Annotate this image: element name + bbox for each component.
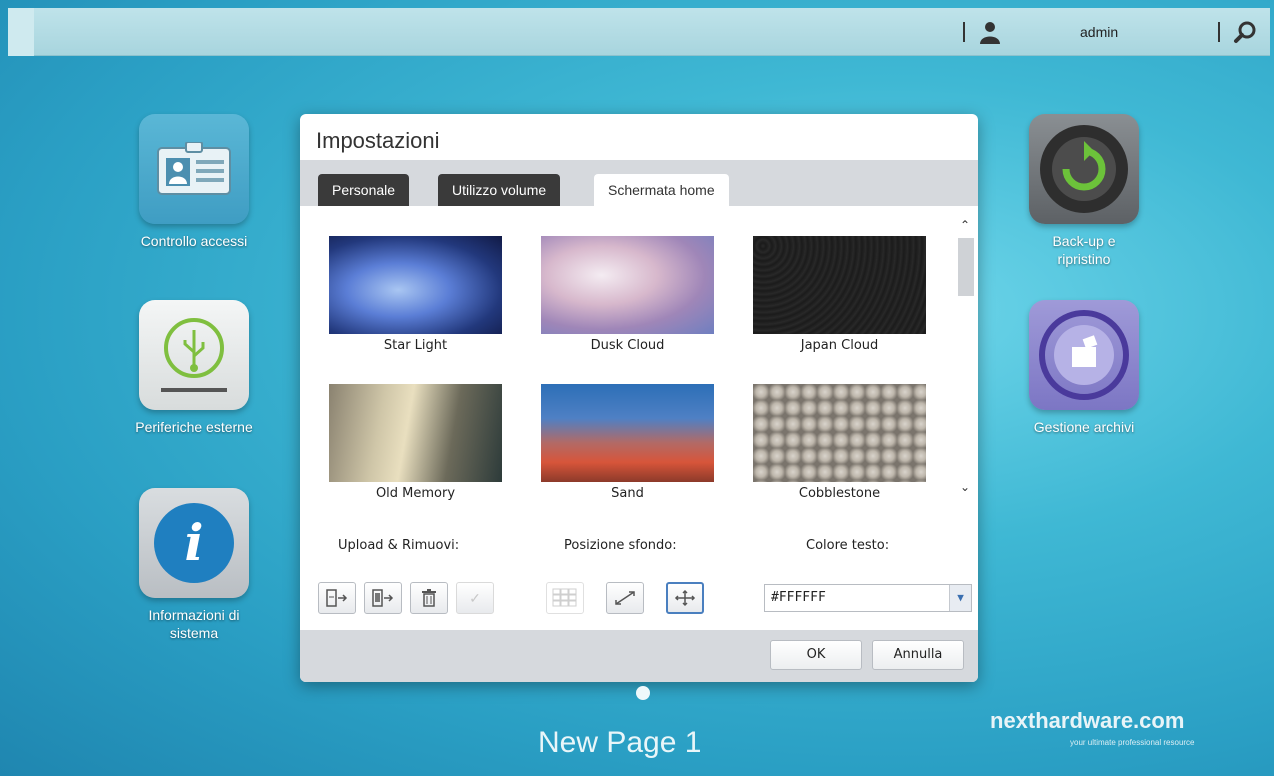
delete-button[interactable]	[410, 582, 448, 614]
wallpaper-thumbnail	[329, 236, 502, 334]
wallpaper-caption: Japan Cloud	[800, 338, 879, 353]
wallpaper-thumbnail	[329, 384, 502, 482]
scroll-up-icon[interactable]: ⌃	[960, 218, 970, 232]
chevron-down-icon[interactable]: ▼	[949, 585, 971, 611]
wallpaper-caption: Sand	[611, 486, 644, 501]
wallpaper-thumbnail	[541, 236, 714, 334]
cancel-button[interactable]: Annulla	[872, 640, 964, 670]
text-color-value: #FFFFFF	[771, 590, 826, 605]
wallpaper-dusk-cloud[interactable]: Dusk Cloud	[541, 236, 714, 353]
upload-remove-label: Upload & Rimuovi:	[338, 538, 460, 553]
desktop-icon-external-devices[interactable]: Periferiche esterne	[114, 300, 274, 436]
wallpaper-thumbnail	[753, 384, 926, 482]
tab-bar: Personale Utilizzo volume Schermata home	[300, 160, 978, 206]
top-bar: admin	[8, 8, 1270, 56]
apply-button[interactable]: ✓	[456, 582, 494, 614]
position-center-button[interactable]	[666, 582, 704, 614]
stretch-icon	[615, 591, 635, 605]
desktop-icon-system-info[interactable]: i Informazioni di sistema	[114, 488, 274, 642]
tab-volume-usage[interactable]: Utilizzo volume	[438, 174, 561, 206]
archive-manager-icon	[1029, 300, 1139, 410]
desktop-icon-archive-manager[interactable]: Gestione archivi	[1004, 300, 1164, 436]
watermark-tagline: your ultimate professional resource	[1070, 738, 1195, 747]
page-title: New Page 1	[538, 726, 702, 759]
svg-text:i: i	[185, 513, 204, 572]
wallpaper-position-label: Posizione sfondo:	[564, 538, 677, 553]
desktop-icon-label: Controllo accessi	[140, 233, 248, 249]
page-indicator-dot[interactable]	[636, 686, 650, 700]
wallpaper-caption: Star Light	[383, 338, 448, 353]
wallpaper-cobblestone[interactable]: Cobblestone	[753, 384, 926, 501]
backup-restore-icon	[1029, 114, 1139, 224]
upload-wallpaper-button[interactable]	[318, 582, 356, 614]
wallpaper-sand[interactable]: Sand	[541, 384, 714, 501]
dialog-title: Impostazioni	[316, 128, 440, 153]
tab-personal[interactable]: Personale	[318, 174, 410, 206]
watermark-logo: nexthardware.com	[990, 708, 1185, 733]
scroll-down-icon[interactable]: ⌄	[960, 480, 970, 494]
gallery-scrollbar[interactable]: ⌃ ⌄	[956, 218, 976, 502]
search-icon[interactable]	[1233, 20, 1257, 44]
trash-icon	[422, 589, 436, 607]
wallpaper-old-memory[interactable]: Old Memory	[329, 384, 502, 501]
info-icon: i	[139, 488, 249, 598]
desktop-icon-label: Gestione archivi	[1033, 419, 1135, 435]
wallpaper-caption: Dusk Cloud	[590, 338, 665, 353]
text-color-label: Colore testo:	[806, 538, 890, 553]
position-tile-button[interactable]	[546, 582, 584, 614]
desktop-icon-label: Back-up e ripristino	[1052, 233, 1116, 267]
dialog-footer: OK Annulla	[300, 630, 978, 682]
desktop-icon-access-control[interactable]: Controllo accessi	[114, 114, 274, 250]
wallpaper-gallery: Star Light Dusk Cloud Japan Cloud Old Me…	[300, 206, 978, 514]
wallpaper-thumbnail	[753, 236, 926, 334]
separator	[963, 22, 965, 42]
wallpaper-caption: Cobblestone	[798, 486, 881, 501]
user-icon[interactable]	[978, 20, 1002, 44]
center-move-icon	[674, 589, 696, 607]
text-color-select[interactable]: #FFFFFF ▼	[764, 584, 972, 612]
desktop-icon-label: Periferiche esterne	[135, 419, 253, 435]
settings-dialog: Impostazioni Personale Utilizzo volume S…	[300, 114, 978, 682]
check-icon: ✓	[469, 589, 481, 606]
tile-grid-icon	[552, 588, 577, 607]
import-wallpaper-button[interactable]	[364, 582, 402, 614]
separator	[1218, 22, 1220, 42]
username-label[interactable]: admin	[1080, 24, 1118, 40]
usb-drive-icon	[139, 300, 249, 410]
wallpaper-thumbnail	[541, 384, 714, 482]
desktop-icon-backup-restore[interactable]: Back-up e ripristino	[1004, 114, 1164, 268]
top-bar-left-strip	[8, 8, 34, 56]
ok-button[interactable]: OK	[770, 640, 862, 670]
scrollbar-thumb[interactable]	[958, 238, 974, 296]
position-stretch-button[interactable]	[606, 582, 644, 614]
tab-home-screen[interactable]: Schermata home	[594, 174, 729, 206]
id-card-icon	[139, 114, 249, 224]
desktop-icon-label: Informazioni di sistema	[148, 607, 240, 641]
wallpaper-japan-cloud[interactable]: Japan Cloud	[753, 236, 926, 353]
wallpaper-caption: Old Memory	[375, 486, 456, 501]
wallpaper-star-light[interactable]: Star Light	[329, 236, 502, 353]
